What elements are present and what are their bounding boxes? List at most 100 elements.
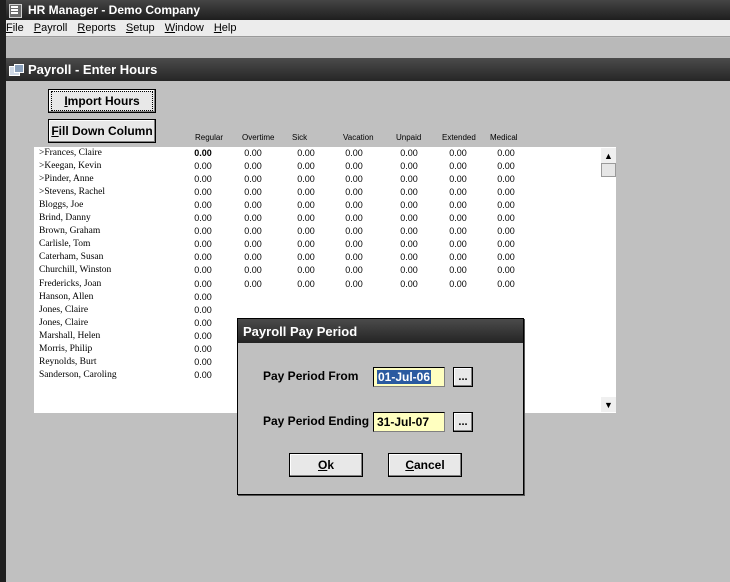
hours-cell-overtime[interactable]: 0.00 bbox=[236, 200, 270, 210]
hours-cell-medical[interactable]: 0.00 bbox=[489, 200, 523, 210]
hours-cell-regular[interactable]: 0.00 bbox=[186, 252, 220, 262]
table-row[interactable]: >Frances, Claire 0.00 0.00 0.00 0.00 0.00 0.00… bbox=[34, 148, 594, 161]
hours-cell-unpaid[interactable]: 0.00 bbox=[392, 252, 426, 262]
table-row[interactable]: Brown, Graham 0.00 0.00 0.00 0.00 0.00 0.00 0.0… bbox=[34, 226, 594, 239]
hours-cell-overtime[interactable]: 0.00 bbox=[236, 148, 270, 158]
table-row[interactable]: Jones, Claire 0.00 bbox=[34, 305, 594, 318]
ok-button[interactable]: Ok bbox=[289, 453, 363, 477]
hours-cell-regular[interactable]: 0.00 bbox=[186, 370, 220, 380]
cancel-button[interactable]: Cancel bbox=[388, 453, 462, 477]
hours-cell-regular[interactable]: 0.00 bbox=[186, 344, 220, 354]
pay-period-ending-picker-button[interactable]: ... bbox=[453, 412, 473, 432]
hours-cell-vacation[interactable]: 0.00 bbox=[337, 213, 371, 223]
hours-cell-extended[interactable]: 0.00 bbox=[441, 265, 475, 275]
hours-cell-sick[interactable]: 0.00 bbox=[289, 279, 323, 289]
hours-cell-sick[interactable]: 0.00 bbox=[289, 174, 323, 184]
hours-cell-regular[interactable]: 0.00 bbox=[186, 305, 220, 315]
hours-cell-regular[interactable]: 0.00 bbox=[186, 213, 220, 223]
hours-cell-medical[interactable]: 0.00 bbox=[489, 239, 523, 249]
table-row[interactable]: >Stevens, Rachel 0.00 0.00 0.00 0.00 0.00 0.00… bbox=[34, 187, 594, 200]
hours-cell-medical[interactable]: 0.00 bbox=[489, 213, 523, 223]
hours-cell-unpaid[interactable]: 0.00 bbox=[392, 279, 426, 289]
hours-cell-sick[interactable]: 0.00 bbox=[289, 161, 323, 171]
hours-cell-regular[interactable]: 0.00 bbox=[186, 239, 220, 249]
table-row[interactable]: Fredericks, Joan 0.00 0.00 0.00 0.00 0.00 0.00… bbox=[34, 279, 594, 292]
hours-cell-medical[interactable]: 0.00 bbox=[489, 265, 523, 275]
hours-cell-overtime[interactable]: 0.00 bbox=[236, 265, 270, 275]
hours-cell-unpaid[interactable]: 0.00 bbox=[392, 187, 426, 197]
menu-reports[interactable]: Reports bbox=[72, 22, 121, 34]
hours-cell-vacation[interactable]: 0.00 bbox=[337, 252, 371, 262]
hours-cell-overtime[interactable]: 0.00 bbox=[236, 239, 270, 249]
hours-cell-overtime[interactable]: 0.00 bbox=[236, 226, 270, 236]
hours-cell-medical[interactable]: 0.00 bbox=[489, 174, 523, 184]
hours-cell-extended[interactable]: 0.00 bbox=[441, 239, 475, 249]
hours-cell-sick[interactable]: 0.00 bbox=[289, 252, 323, 262]
hours-cell-regular[interactable]: 0.00 bbox=[186, 174, 220, 184]
hours-cell-overtime[interactable]: 0.00 bbox=[236, 174, 270, 184]
table-row[interactable]: Caterham, Susan 0.00 0.00 0.00 0.00 0.00 0.00 0… bbox=[34, 252, 594, 265]
hours-cell-extended[interactable]: 0.00 bbox=[441, 226, 475, 236]
scroll-up-arrow-icon[interactable]: ▲ bbox=[601, 148, 616, 163]
hours-cell-sick[interactable]: 0.00 bbox=[289, 200, 323, 210]
hours-cell-extended[interactable]: 0.00 bbox=[441, 200, 475, 210]
hours-cell-unpaid[interactable]: 0.00 bbox=[392, 174, 426, 184]
hours-cell-regular[interactable]: 0.00 bbox=[186, 292, 220, 302]
hours-cell-unpaid[interactable]: 0.00 bbox=[392, 265, 426, 275]
hours-cell-vacation[interactable]: 0.00 bbox=[337, 187, 371, 197]
payroll-window-icon[interactable] bbox=[9, 63, 24, 76]
hours-cell-unpaid[interactable]: 0.00 bbox=[392, 161, 426, 171]
hours-cell-medical[interactable]: 0.00 bbox=[489, 252, 523, 262]
hours-cell-medical[interactable]: 0.00 bbox=[489, 187, 523, 197]
hours-cell-sick[interactable]: 0.00 bbox=[289, 148, 323, 158]
menu-window[interactable]: Window bbox=[160, 22, 209, 34]
table-row[interactable]: Carlisle, Tom 0.00 0.00 0.00 0.00 0.00 0.00 0.0… bbox=[34, 239, 594, 252]
hours-cell-regular[interactable]: 0.00 bbox=[186, 318, 220, 328]
hours-cell-regular[interactable]: 0.00 bbox=[186, 200, 220, 210]
table-row[interactable]: Brind, Danny 0.00 0.00 0.00 0.00 0.00 0.00 0.00 bbox=[34, 213, 594, 226]
pay-period-from-picker-button[interactable]: ... bbox=[453, 367, 473, 387]
hours-cell-regular[interactable]: 0.00 bbox=[186, 161, 220, 171]
menu-help[interactable]: Help bbox=[209, 22, 242, 34]
hours-cell-sick[interactable]: 0.00 bbox=[289, 226, 323, 236]
hours-cell-extended[interactable]: 0.00 bbox=[441, 213, 475, 223]
hours-cell-regular[interactable]: 0.00 bbox=[186, 187, 220, 197]
hours-cell-vacation[interactable]: 0.00 bbox=[337, 239, 371, 249]
hours-cell-overtime[interactable]: 0.00 bbox=[236, 252, 270, 262]
hours-cell-medical[interactable]: 0.00 bbox=[489, 161, 523, 171]
hours-cell-vacation[interactable]: 0.00 bbox=[337, 148, 371, 158]
hours-cell-medical[interactable]: 0.00 bbox=[489, 148, 523, 158]
hours-cell-sick[interactable]: 0.00 bbox=[289, 213, 323, 223]
hours-cell-overtime[interactable]: 0.00 bbox=[236, 279, 270, 289]
pay-period-ending-field[interactable]: 31-Jul-07 bbox=[373, 412, 445, 432]
hours-cell-vacation[interactable]: 0.00 bbox=[337, 226, 371, 236]
grid-vertical-scrollbar[interactable]: ▲ ▼ bbox=[601, 148, 616, 412]
menu-setup[interactable]: Setup bbox=[121, 22, 160, 34]
hours-cell-sick[interactable]: 0.00 bbox=[289, 187, 323, 197]
hours-cell-regular[interactable]: 0.00 bbox=[186, 226, 220, 236]
hours-cell-sick[interactable]: 0.00 bbox=[289, 265, 323, 275]
hours-cell-unpaid[interactable]: 0.00 bbox=[392, 239, 426, 249]
hours-cell-extended[interactable]: 0.00 bbox=[441, 148, 475, 158]
hours-cell-extended[interactable]: 0.00 bbox=[441, 279, 475, 289]
hours-cell-unpaid[interactable]: 0.00 bbox=[392, 200, 426, 210]
hours-cell-vacation[interactable]: 0.00 bbox=[337, 200, 371, 210]
menu-payroll[interactable]: Payroll bbox=[29, 22, 73, 34]
hours-cell-sick[interactable]: 0.00 bbox=[289, 239, 323, 249]
hours-cell-medical[interactable]: 0.00 bbox=[489, 279, 523, 289]
hours-cell-unpaid[interactable]: 0.00 bbox=[392, 148, 426, 158]
hours-cell-vacation[interactable]: 0.00 bbox=[337, 265, 371, 275]
scroll-down-arrow-icon[interactable]: ▼ bbox=[601, 397, 616, 412]
hours-cell-regular[interactable]: 0.00 bbox=[186, 148, 220, 158]
hours-cell-extended[interactable]: 0.00 bbox=[441, 174, 475, 184]
hours-cell-vacation[interactable]: 0.00 bbox=[337, 161, 371, 171]
hr-manager-app-icon[interactable] bbox=[8, 3, 22, 18]
hours-cell-regular[interactable]: 0.00 bbox=[186, 265, 220, 275]
hours-cell-overtime[interactable]: 0.00 bbox=[236, 161, 270, 171]
table-row[interactable]: >Pinder, Anne 0.00 0.00 0.00 0.00 0.00 0.00 0.0… bbox=[34, 174, 594, 187]
hours-cell-regular[interactable]: 0.00 bbox=[186, 357, 220, 367]
hours-cell-extended[interactable]: 0.00 bbox=[441, 187, 475, 197]
hours-cell-overtime[interactable]: 0.00 bbox=[236, 187, 270, 197]
hours-cell-regular[interactable]: 0.00 bbox=[186, 331, 220, 341]
menu-file[interactable]: File bbox=[6, 22, 29, 34]
